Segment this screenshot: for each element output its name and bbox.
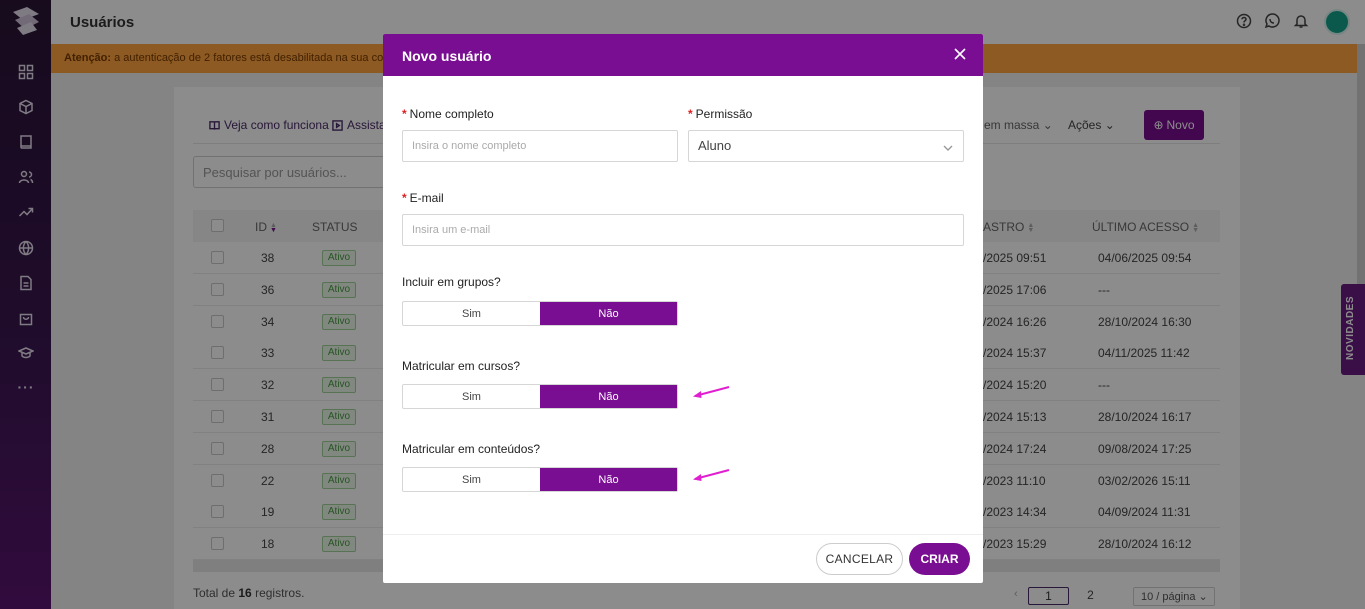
groups-toggle[interactable]: Sim Não — [402, 301, 678, 326]
chevron-down-icon — [943, 141, 953, 151]
annotation-arrow-icon — [693, 469, 730, 481]
permission-select[interactable]: Aluno — [688, 130, 964, 162]
courses-label: Matricular em cursos? — [402, 359, 521, 373]
contents-no-option[interactable]: Não — [540, 468, 677, 491]
full-name-input[interactable] — [402, 130, 678, 162]
new-user-modal: Novo usuário *Nome completo *Permissão A… — [383, 34, 983, 583]
email-label: * E-mail — [402, 191, 444, 205]
full-name-label: * Nome completo — [402, 107, 494, 121]
contents-label: Matricular em conteúdos? — [402, 442, 541, 456]
create-button[interactable]: CRIAR — [909, 543, 970, 575]
annotation-arrow-icon — [693, 386, 730, 398]
contents-toggle[interactable]: Sim Não — [402, 467, 678, 492]
cancel-button[interactable]: CANCELAR — [816, 543, 903, 575]
groups-label: Incluir em grupos? — [402, 275, 501, 289]
courses-no-option[interactable]: Não — [540, 385, 677, 408]
groups-no-option[interactable]: Não — [540, 302, 677, 325]
groups-yes-option[interactable]: Sim — [403, 302, 540, 325]
close-icon[interactable] — [953, 47, 969, 63]
modal-header: Novo usuário — [383, 34, 983, 76]
modal-footer-divider — [383, 534, 983, 535]
courses-toggle[interactable]: Sim Não — [402, 384, 678, 409]
permission-label: * Permissão — [688, 107, 753, 121]
email-input[interactable] — [402, 214, 964, 246]
modal-title: Novo usuário — [402, 48, 492, 64]
permission-value: Aluno — [698, 138, 732, 153]
contents-yes-option[interactable]: Sim — [403, 468, 540, 491]
courses-yes-option[interactable]: Sim — [403, 385, 540, 408]
